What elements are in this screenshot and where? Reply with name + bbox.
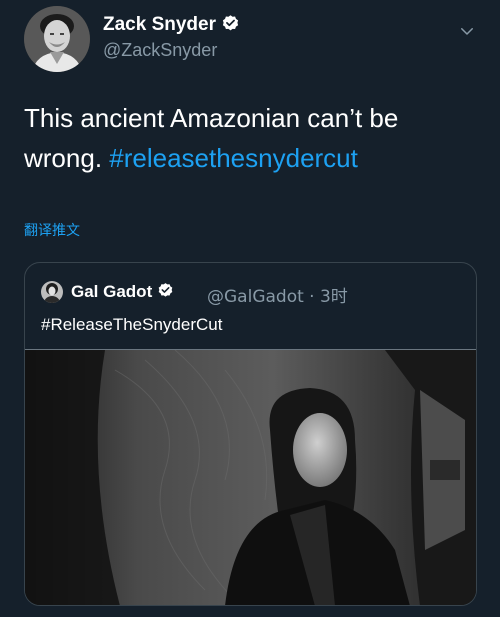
verified-badge-icon: [222, 15, 239, 31]
author-name[interactable]: Zack Snyder: [103, 14, 240, 36]
quoted-separator: ·: [303, 287, 320, 307]
quoted-meta: @GalGadot · 3时: [207, 282, 348, 307]
quoted-timestamp: 3时: [319, 287, 348, 307]
quoted-author-handle: @GalGadot: [207, 287, 304, 307]
quoted-tweet[interactable]: Gal Gadot @GalGadot · 3时 #ReleaseTheSnyd…: [24, 262, 477, 606]
quoted-tweet-text: #ReleaseTheSnyderCut: [41, 315, 223, 334]
quoted-verified-badge-icon: [158, 283, 173, 297]
quoted-author-name-text: Gal Gadot: [71, 282, 153, 301]
translate-tweet-link[interactable]: 翻译推文: [24, 220, 80, 240]
author-avatar[interactable]: [24, 6, 90, 72]
quoted-author-name: Gal Gadot: [71, 282, 174, 302]
quoted-author-avatar: [41, 281, 63, 303]
tweet-card[interactable]: Zack Snyder @ZackSnyder This ancient Ama…: [0, 0, 500, 617]
quoted-avatar-image: [41, 281, 63, 303]
quoted-photo-image: [25, 349, 476, 605]
author-handle[interactable]: @ZackSnyder: [103, 40, 217, 61]
tweet-text: This ancient Amazonian can’t be wrong. #…: [24, 98, 474, 178]
author-avatar-image: [24, 6, 90, 72]
chevron-down-icon[interactable]: [458, 22, 476, 40]
author-name-text[interactable]: Zack Snyder: [103, 14, 216, 35]
quoted-tweet-photo[interactable]: [25, 349, 476, 605]
hashtag-link[interactable]: #releasethesnydercut: [109, 143, 358, 173]
